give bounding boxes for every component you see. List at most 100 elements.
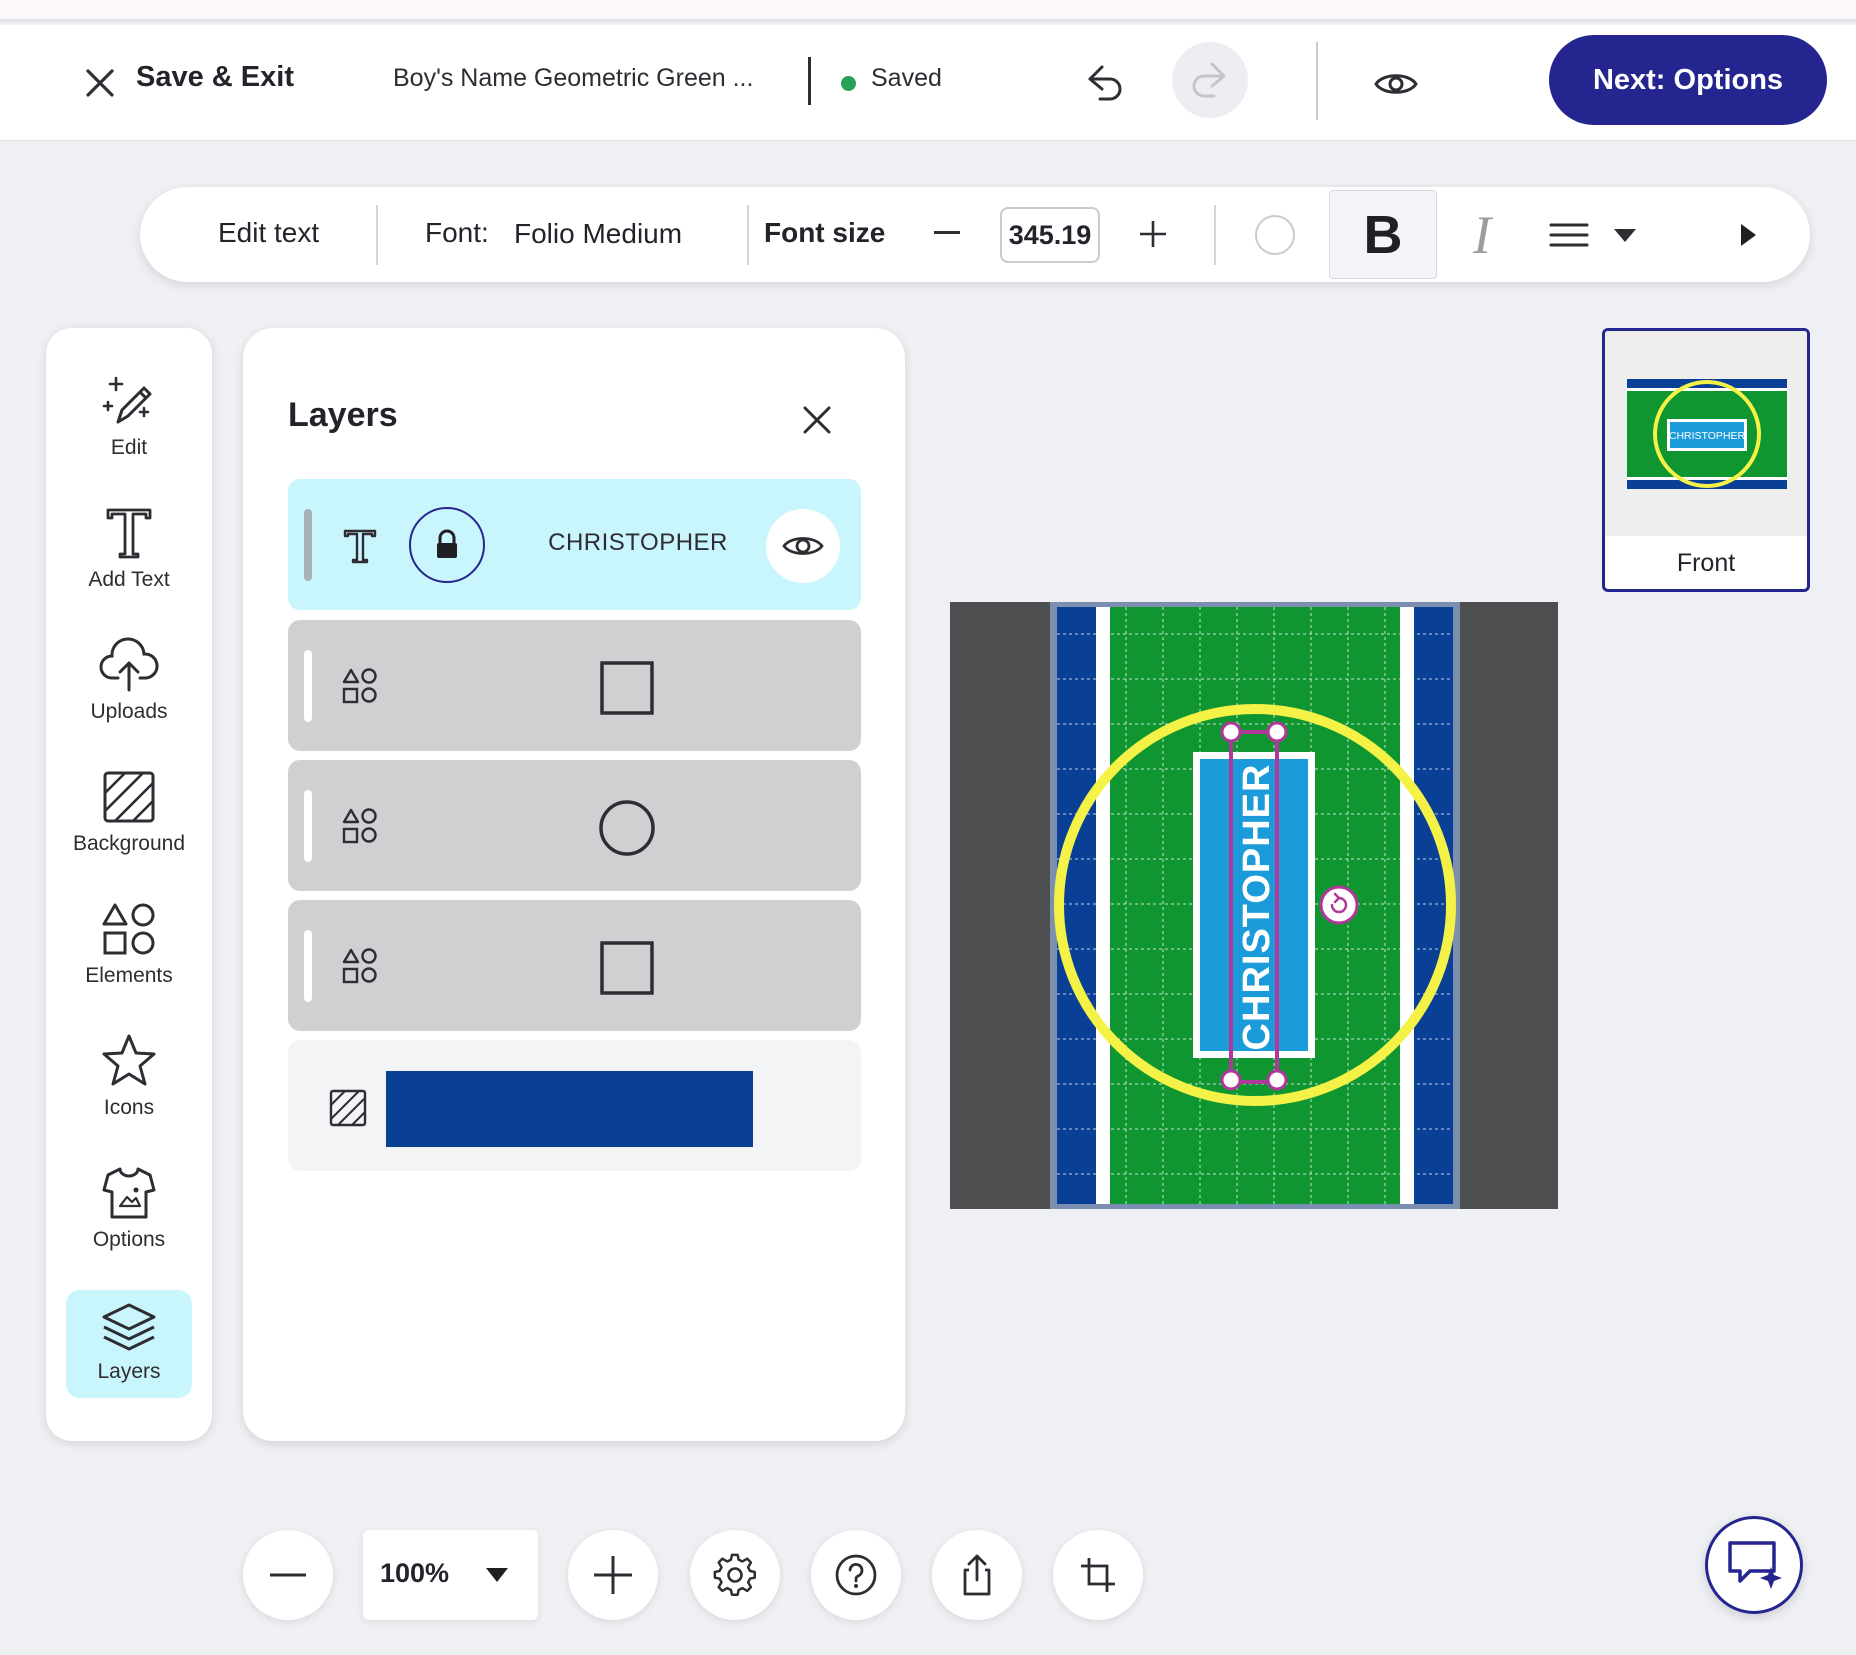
sidebar-item-layers[interactable]: Layers — [66, 1290, 192, 1398]
window-top-strip — [0, 0, 1856, 22]
sidebar-item-background[interactable]: Background — [46, 768, 212, 878]
font-size-increase-icon[interactable] — [1136, 217, 1170, 251]
layer-row-shape[interactable] — [288, 620, 861, 751]
shapes-icon — [342, 668, 377, 704]
layer-row-background[interactable] — [288, 1040, 861, 1171]
canvas-name-text[interactable]: CHRISTOPHER — [1236, 764, 1278, 1051]
background-icon — [103, 771, 155, 823]
undo-icon[interactable] — [1076, 55, 1132, 111]
save-exit-button[interactable]: Save & Exit — [136, 61, 294, 94]
bold-button[interactable]: B — [1329, 190, 1437, 279]
text-toolbar: Edit text Font: Folio Medium Font size 3… — [140, 187, 1810, 282]
sidebar-item-label: Layers — [97, 1360, 161, 1383]
gear-icon — [713, 1553, 756, 1596]
toolbar-divider — [747, 205, 749, 265]
saved-status-dot — [841, 76, 856, 91]
help-icon — [835, 1554, 877, 1596]
font-size-label: Font size — [764, 217, 886, 248]
panel-title: Layers — [288, 396, 398, 434]
visibility-toggle-button[interactable] — [766, 509, 840, 583]
settings-button[interactable] — [690, 1530, 780, 1620]
lock-toggle-button[interactable] — [409, 507, 485, 583]
layer-row-text[interactable]: CHRISTOPHER — [288, 479, 861, 610]
crop-button[interactable] — [1053, 1530, 1143, 1620]
layer-row-shape[interactable] — [288, 760, 861, 891]
zoom-value: 100% — [380, 1558, 450, 1588]
drag-handle[interactable] — [304, 650, 312, 722]
toolbar-divider — [376, 205, 378, 265]
star-icon — [102, 1034, 156, 1086]
sidebar-item-label: Options — [92, 1228, 166, 1251]
drag-handle[interactable] — [304, 930, 312, 1002]
sidebar-item-icons[interactable]: Icons — [46, 1032, 212, 1142]
drag-handle[interactable] — [304, 790, 312, 862]
header-bar: Save & Exit Boy's Name Geometric Green .… — [0, 25, 1856, 141]
plus-icon — [594, 1556, 632, 1594]
close-icon[interactable] — [80, 63, 120, 103]
minus-icon — [270, 1573, 306, 1577]
preview-eye-icon[interactable] — [1373, 61, 1419, 107]
zoom-in-button[interactable] — [568, 1530, 658, 1620]
crop-icon — [1081, 1558, 1115, 1592]
sidebar-item-label: Background — [72, 832, 186, 855]
lock-icon — [437, 529, 457, 558]
save-status: Saved — [871, 64, 942, 92]
magic-pencil-icon — [102, 376, 152, 424]
eye-icon — [782, 537, 824, 555]
shapes-icon — [102, 903, 155, 955]
document-title[interactable]: Boy's Name Geometric Green ... — [393, 64, 753, 93]
sidebar-item-uploads[interactable]: Uploads — [46, 636, 212, 746]
layers-icon — [102, 1303, 156, 1351]
sidebar-item-label: Add Text — [88, 568, 170, 591]
font-label: Font: — [425, 217, 489, 248]
header-divider — [808, 57, 811, 105]
redo-button[interactable] — [1172, 42, 1248, 118]
square-shape-thumbnail — [600, 941, 654, 995]
ai-chat-button[interactable] — [1705, 1516, 1803, 1614]
layers-panel: Layers CHRISTOPHER — [243, 328, 905, 1441]
sidebar-item-label: Icons — [103, 1096, 155, 1119]
close-icon[interactable] — [799, 402, 835, 438]
sidebar-item-edit[interactable]: Edit — [46, 372, 212, 482]
font-select[interactable]: Folio Medium — [514, 218, 682, 250]
text-icon — [343, 529, 377, 564]
redo-icon — [1192, 62, 1226, 98]
layer-name: CHRISTOPHER — [548, 529, 728, 556]
shapes-icon — [342, 948, 377, 984]
sidebar-item-add-text[interactable]: Add Text — [46, 504, 212, 614]
background-color-swatch — [386, 1071, 753, 1147]
shapes-icon — [342, 808, 377, 844]
align-icon[interactable] — [1545, 217, 1593, 253]
page-label: Front — [1676, 549, 1736, 577]
sidebar-item-label: Uploads — [90, 700, 168, 723]
toolbar-divider — [1214, 205, 1216, 265]
square-shape-thumbnail — [600, 661, 654, 715]
tshirt-icon — [102, 1167, 156, 1219]
page-thumbnail-front[interactable]: CHRISTOPHER Front — [1602, 328, 1810, 592]
circle-shape-thumbnail — [599, 800, 655, 856]
design-canvas[interactable]: CHRISTOPHER — [950, 602, 1558, 1209]
help-button[interactable] — [811, 1530, 901, 1620]
text-icon — [106, 508, 152, 559]
zoom-out-button[interactable] — [243, 1530, 333, 1620]
header-divider — [1316, 42, 1318, 120]
sidebar-item-elements[interactable]: Elements — [46, 900, 212, 1010]
sidebar-item-label: Elements — [85, 964, 173, 987]
chat-sparkle-icon — [1728, 1541, 1782, 1589]
text-color-swatch[interactable] — [1255, 215, 1295, 255]
cloud-upload-icon — [99, 637, 159, 692]
edit-text-button[interactable]: Edit text — [218, 217, 319, 249]
front-preview-text: CHRISTOPHER — [1669, 430, 1746, 442]
share-button[interactable] — [932, 1530, 1022, 1620]
font-size-input[interactable]: 345.19 — [1000, 207, 1100, 263]
align-dropdown-chevron-icon[interactable] — [1612, 225, 1638, 245]
sidebar-item-options[interactable]: Options — [46, 1164, 212, 1274]
zoom-select[interactable]: 100% — [363, 1530, 538, 1620]
next-options-button[interactable]: Next: Options — [1549, 35, 1827, 125]
toolbar-more-arrow-icon[interactable] — [1738, 221, 1758, 249]
layer-row-shape[interactable] — [288, 900, 861, 1031]
background-icon — [329, 1089, 367, 1127]
font-size-decrease-button[interactable] — [934, 231, 960, 234]
drag-handle[interactable] — [304, 509, 312, 581]
italic-button[interactable]: I — [1437, 190, 1527, 279]
